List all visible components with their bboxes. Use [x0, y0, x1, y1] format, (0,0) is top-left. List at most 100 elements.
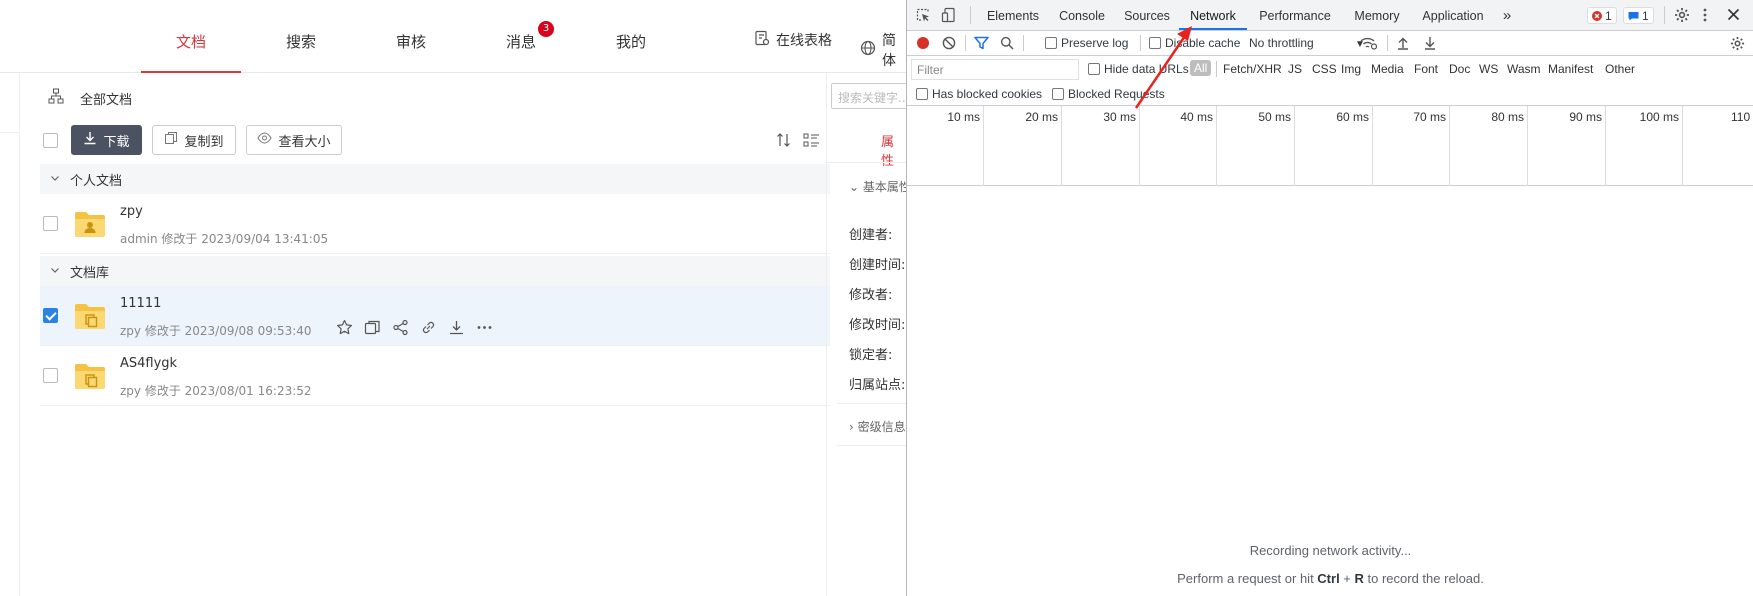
devtools-tab-network[interactable]: Network	[1179, 0, 1247, 30]
chevron-down-icon: ⌄	[849, 180, 860, 194]
type-filter-fetch-xhr[interactable]: Fetch/XHR	[1223, 62, 1282, 76]
more-tabs-button[interactable]: »	[1495, 0, 1519, 30]
left-sidebar-stub	[0, 73, 20, 596]
nav-tab-review[interactable]: 审核	[361, 0, 461, 73]
type-filter-all[interactable]: All	[1190, 60, 1212, 76]
list-item[interactable]: 11111 zpy 修改于 2023/09/08 09:53:40	[40, 286, 830, 346]
nav-tab-mine[interactable]: 我的	[581, 0, 681, 73]
blocked-requests-label: Blocked Requests	[1068, 87, 1165, 101]
gear-icon[interactable]	[1674, 7, 1690, 23]
list-item[interactable]: AS4flygk zpy 修改于 2023/08/01 16:23:52	[40, 346, 830, 406]
nav-tab-messages[interactable]: 消息	[471, 0, 571, 73]
has-blocked-cookies-checkbox[interactable]: Has blocked cookies	[916, 87, 1042, 101]
group-header-library[interactable]: 文档库	[40, 256, 830, 286]
record-icon[interactable]	[916, 36, 930, 50]
close-icon[interactable]	[1727, 8, 1740, 21]
type-filter-other[interactable]: Other	[1605, 62, 1635, 76]
type-filter-ws[interactable]: WS	[1479, 62, 1498, 76]
view-size-button[interactable]: 查看大小	[246, 125, 342, 155]
chevron-down-icon	[50, 172, 60, 187]
network-filter-input[interactable]: Filter	[911, 59, 1079, 80]
type-filter-wasm[interactable]: Wasm	[1507, 62, 1541, 76]
star-icon[interactable]	[336, 319, 353, 340]
type-filter-img[interactable]: Img	[1341, 62, 1361, 76]
item-meta: admin 修改于 2023/09/04 13:41:05	[120, 232, 329, 246]
list-view-icon[interactable]	[803, 132, 820, 152]
message-icon	[1628, 11, 1639, 20]
row-checkbox[interactable]	[43, 308, 58, 323]
checkbox-box[interactable]	[1149, 37, 1161, 49]
filter-icon[interactable]	[974, 36, 989, 50]
checkbox-box[interactable]	[916, 88, 928, 100]
row-checkbox[interactable]	[43, 368, 58, 383]
online-sheet-link[interactable]: 在线表格	[754, 30, 832, 50]
preserve-log-checkbox[interactable]: Preserve log	[1045, 36, 1128, 50]
group-header-personal[interactable]: 个人文档	[40, 164, 830, 194]
devtools-tab-application[interactable]: Application	[1411, 0, 1495, 30]
download-har-icon[interactable]	[1424, 36, 1436, 50]
type-filter-manifest[interactable]: Manifest	[1548, 62, 1593, 76]
copy-to-button[interactable]: 复制到	[152, 125, 236, 155]
download-icon[interactable]	[448, 319, 465, 340]
blocked-requests-checkbox[interactable]: Blocked Requests	[1052, 87, 1165, 101]
sort-icon[interactable]	[776, 132, 792, 152]
kebab-menu-icon[interactable]	[1702, 7, 1708, 23]
item-name[interactable]: 11111	[120, 296, 161, 311]
more-icon[interactable]	[476, 319, 493, 340]
item-name[interactable]: zpy	[120, 204, 143, 219]
nav-tab-search[interactable]: 搜索	[251, 0, 351, 73]
nav-tab-documents[interactable]: 文档	[141, 0, 241, 73]
breadcrumb: 全部文档	[48, 88, 132, 108]
type-filter-css[interactable]: CSS	[1312, 62, 1337, 76]
share-icon[interactable]	[392, 319, 409, 340]
hide-data-urls-checkbox[interactable]: Hide data URLs	[1088, 62, 1189, 76]
type-filter-font[interactable]: Font	[1414, 62, 1438, 76]
copy-icon[interactable]	[364, 319, 381, 340]
message-count-badge[interactable]: 1	[1623, 7, 1654, 24]
checkbox-box[interactable]	[1052, 88, 1064, 100]
network-settings-gear-icon[interactable]	[1730, 36, 1745, 51]
list-item[interactable]: zpy admin 修改于 2023/09/04 13:41:05	[40, 194, 830, 254]
checkbox-box[interactable]	[1045, 37, 1057, 49]
row-checkbox[interactable]	[43, 216, 58, 231]
error-count-badge[interactable]: 1	[1587, 7, 1617, 24]
disable-cache-checkbox[interactable]: Disable cache	[1149, 36, 1240, 50]
upload-har-icon[interactable]	[1397, 36, 1409, 50]
error-count: 1	[1605, 8, 1612, 23]
network-conditions-icon[interactable]	[1360, 36, 1377, 50]
type-filter-doc[interactable]: Doc	[1449, 62, 1470, 76]
link-icon[interactable]	[420, 319, 437, 340]
network-timeline-overview[interactable]: 10 ms 20 ms 30 ms 40 ms 50 ms 60 ms 70 m…	[907, 106, 1753, 186]
devtools-tab-memory[interactable]: Memory	[1343, 0, 1411, 30]
inspect-element-icon[interactable]	[915, 7, 931, 23]
type-filter-media[interactable]: Media	[1371, 62, 1404, 76]
keyword-search-input[interactable]: 搜索关键字...	[831, 83, 906, 109]
item-name[interactable]: AS4flygk	[120, 356, 177, 371]
search-icon[interactable]	[1000, 36, 1014, 50]
language-switch[interactable]: 简体	[860, 30, 906, 70]
section-secret-info[interactable]: › 密级信息	[849, 418, 906, 435]
online-sheet-label: 在线表格	[776, 33, 832, 49]
devtools-tab-sources[interactable]: Sources	[1115, 0, 1179, 30]
devtools-tab-elements[interactable]: Elements	[977, 0, 1049, 30]
devtools-tab-performance[interactable]: Performance	[1247, 0, 1343, 30]
hint-text: to record the reload.	[1363, 571, 1484, 586]
download-button[interactable]: 下载	[71, 125, 142, 155]
field-modifier: 修改者:	[849, 288, 893, 303]
hint-key-ctrl: Ctrl	[1317, 571, 1340, 586]
device-toggle-icon[interactable]	[941, 7, 957, 23]
copy-to-label: 复制到	[184, 134, 224, 150]
empty-state-hint: Perform a request or hit Ctrl + R to rec…	[907, 571, 1753, 586]
clear-icon[interactable]	[942, 36, 956, 50]
throttling-select[interactable]: No throttling ▼	[1249, 36, 1365, 50]
devtools-tab-console[interactable]: Console	[1049, 0, 1115, 30]
type-filter-js[interactable]: JS	[1288, 62, 1302, 76]
breadcrumb-all-documents[interactable]: 全部文档	[80, 89, 132, 108]
select-all-checkbox[interactable]	[43, 133, 58, 148]
blocked-filter-row: Has blocked cookies Blocked Requests	[907, 84, 1753, 106]
copy-icon	[164, 131, 178, 149]
checkbox-box[interactable]	[1088, 63, 1100, 75]
tab-properties[interactable]: 属性	[881, 131, 906, 169]
section-basic-properties[interactable]: ⌄ 基本属性	[849, 178, 906, 195]
personal-folder-icon	[74, 210, 106, 242]
